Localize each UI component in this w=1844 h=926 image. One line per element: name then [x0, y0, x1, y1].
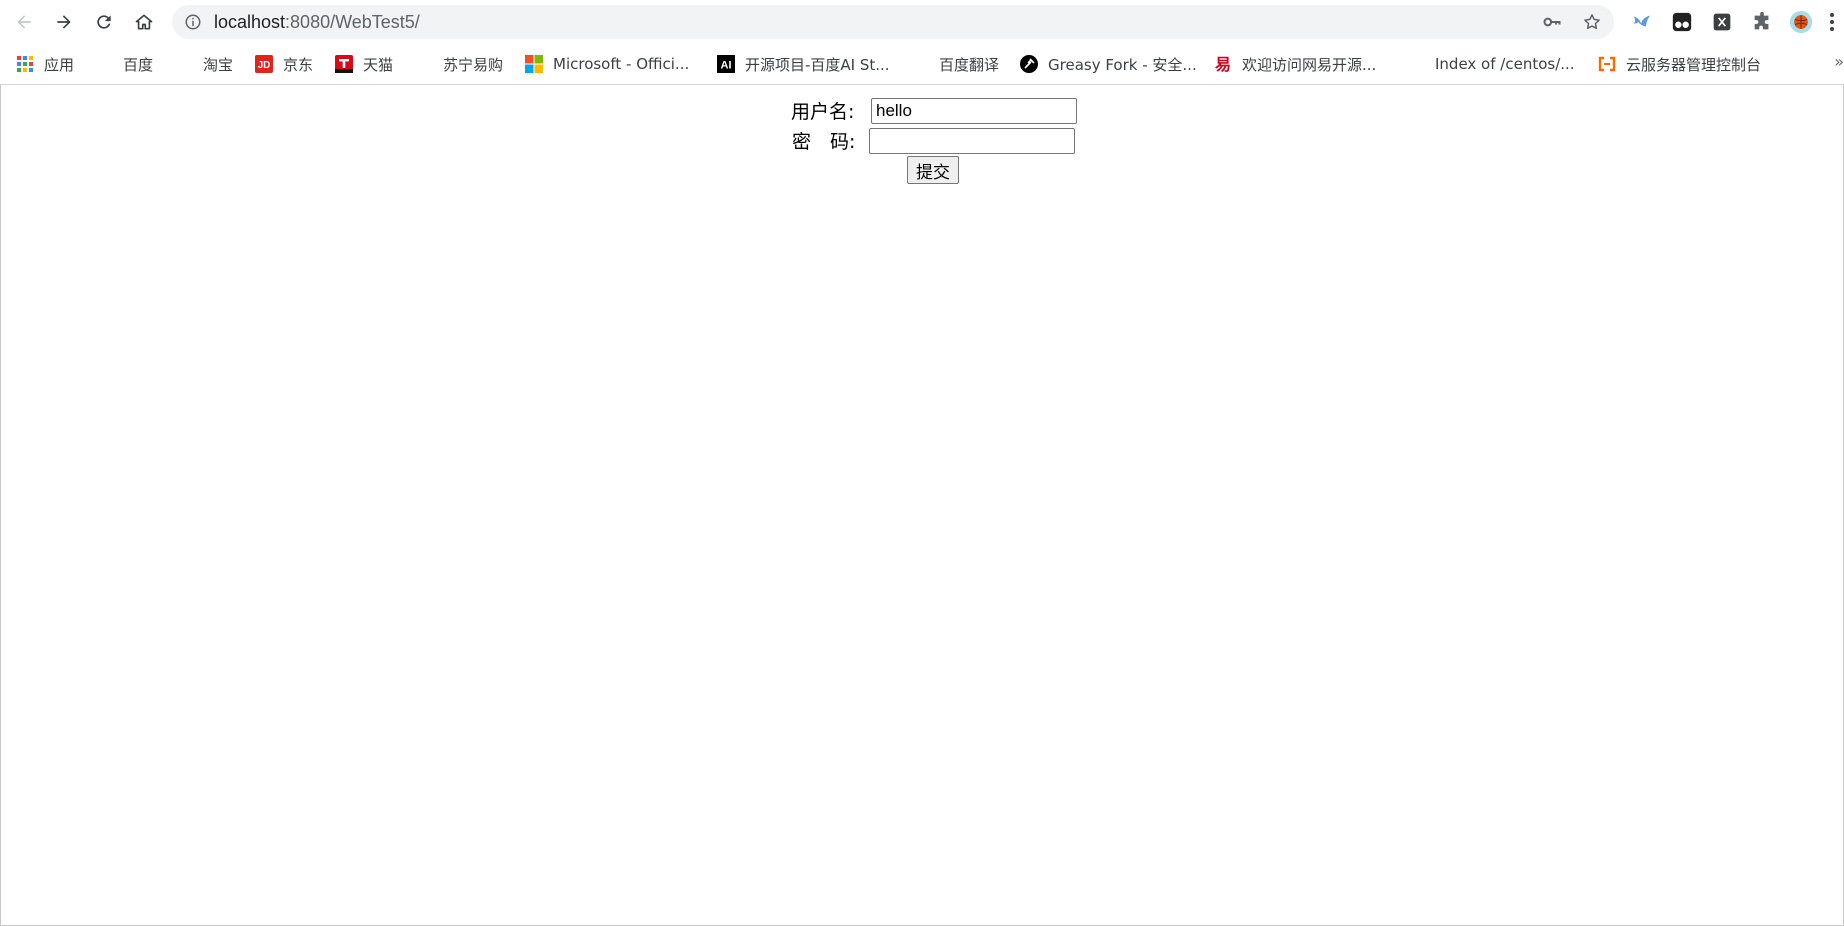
bookmark-label: 天猫 [363, 55, 394, 74]
bookmarks-bar: 应用 百度 淘宝 JD 京东 天猫 苏宁易购 Microsoft - Offic… [0, 44, 1844, 85]
bookmark-taobao[interactable]: 淘宝 [175, 53, 233, 75]
bookmark-greasyfork[interactable]: Greasy Fork - 安全... [1020, 53, 1197, 75]
bookmark-label: 开源项目-百度AI St... [745, 55, 890, 74]
profile-icon[interactable] [1789, 10, 1813, 34]
bookmark-label: 淘宝 [203, 55, 234, 74]
microsoft-icon [525, 55, 543, 73]
puzzle-icon[interactable] [1750, 10, 1774, 34]
site-info-icon[interactable] [184, 13, 202, 31]
jd-icon: JD [255, 55, 273, 73]
submit-button[interactable]: 提交 [907, 156, 959, 184]
extension-bird-icon[interactable] [1630, 10, 1654, 34]
more-bookmarks-button[interactable]: » [1834, 52, 1844, 71]
tmall-icon [335, 55, 353, 73]
username-label: 用户名: [791, 101, 855, 123]
password-label: 密 码: [792, 131, 856, 153]
bookmark-tmall[interactable]: 天猫 [335, 53, 393, 75]
svg-text:JD: JD [258, 60, 271, 71]
bookmark-microsoft[interactable]: Microsoft - Offici... [525, 53, 689, 75]
globe-icon [911, 55, 929, 73]
bookmark-baidu-ai[interactable]: AI 开源项目-百度AI St... [717, 53, 890, 75]
bookmark-jd[interactable]: JD 京东 [255, 53, 313, 75]
home-button[interactable] [128, 6, 160, 38]
bookmark-label: 欢迎访问网易开源... [1242, 55, 1377, 74]
globe-icon [415, 55, 433, 73]
bookmark-label: 百度 [123, 55, 154, 74]
home-icon [135, 14, 153, 30]
bookmark-label: 应用 [44, 55, 75, 74]
username-input[interactable] [871, 98, 1077, 124]
bookmark-label: Index of /centos/... [1435, 55, 1575, 73]
url-path: :8080/WebTest5/ [285, 12, 420, 32]
reload-button[interactable] [88, 6, 120, 38]
bookmark-aliyun-console[interactable]: 云服务器管理控制台 [1598, 53, 1761, 75]
globe-icon [95, 55, 113, 73]
globe-icon [175, 55, 193, 73]
bookmark-label: 云服务器管理控制台 [1626, 55, 1762, 74]
bookmark-label: 京东 [283, 55, 314, 74]
url-host: localhost [214, 12, 286, 32]
ai-icon: AI [717, 55, 735, 73]
back-button[interactable] [8, 6, 40, 38]
extension-x-icon[interactable] [1710, 10, 1734, 34]
apps-grid-icon [17, 56, 33, 72]
browser-toolbar: localhost:8080/WebTest5/ [0, 0, 1844, 44]
key-icon[interactable] [1542, 12, 1562, 32]
bookmark-label: 百度翻译 [939, 55, 1000, 74]
bookmark-baidu[interactable]: 百度 [95, 53, 153, 75]
bookmark-apps[interactable]: 应用 [16, 53, 74, 75]
globe-icon [1407, 55, 1425, 73]
bookmark-label: Microsoft - Offici... [553, 55, 690, 73]
menu-icon[interactable] [1830, 10, 1834, 34]
back-icon [17, 15, 31, 29]
aliyun-icon [1598, 56, 1616, 72]
bookmark-centos-index[interactable]: Index of /centos/... [1407, 53, 1575, 75]
bookmark-suning[interactable]: 苏宁易购 [415, 53, 503, 75]
extension-tampermonkey-icon[interactable] [1670, 10, 1694, 34]
svg-text:AI: AI [721, 60, 732, 72]
greasyfork-icon [1020, 55, 1038, 73]
svg-text:易: 易 [1215, 55, 1231, 73]
star-icon[interactable] [1582, 12, 1602, 32]
bookmark-netease[interactable]: 易 欢迎访问网易开源... [1214, 53, 1376, 75]
netease-icon: 易 [1215, 55, 1231, 73]
password-input[interactable] [869, 128, 1075, 154]
url-text[interactable]: localhost:8080/WebTest5/ [214, 12, 420, 33]
forward-icon [57, 15, 71, 29]
bookmark-baidu-translate[interactable]: 百度翻译 [911, 53, 999, 75]
reload-icon [97, 15, 111, 29]
forward-button[interactable] [48, 6, 80, 38]
bookmark-label: 苏宁易购 [443, 55, 504, 74]
address-bar[interactable]: localhost:8080/WebTest5/ [172, 5, 1614, 39]
bookmark-label: Greasy Fork - 安全... [1048, 55, 1197, 74]
